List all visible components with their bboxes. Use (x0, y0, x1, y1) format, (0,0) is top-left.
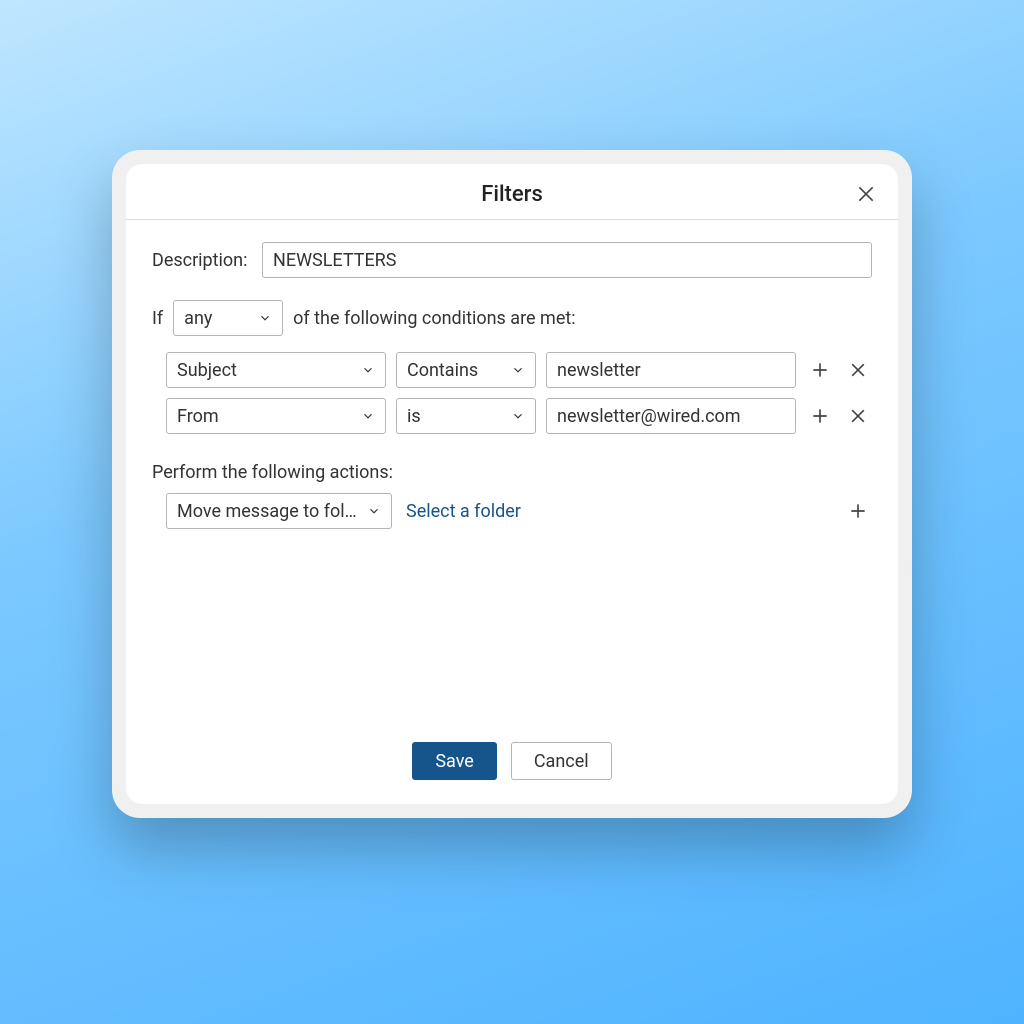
description-input[interactable]: NEWSLETTERS (262, 242, 872, 278)
description-value: NEWSLETTERS (273, 250, 396, 271)
save-button[interactable]: Save (412, 742, 497, 780)
close-icon (856, 184, 876, 204)
add-action-button[interactable] (844, 497, 872, 525)
close-icon (848, 360, 868, 380)
match-mode-select[interactable]: any (173, 300, 283, 336)
condition-value-text: newsletter (557, 360, 641, 381)
remove-condition-button[interactable] (844, 402, 872, 430)
chevron-down-icon (361, 409, 375, 423)
chevron-down-icon (361, 363, 375, 377)
condition-value-input[interactable]: newsletter@wired.com (546, 398, 796, 434)
condition-operator-select[interactable]: Contains (396, 352, 536, 388)
actions-label: Perform the following actions: (152, 462, 872, 483)
select-folder-link[interactable]: Select a folder (406, 501, 521, 522)
action-type-value: Move message to fol… (177, 501, 357, 522)
condition-operator-value: Contains (407, 360, 478, 381)
condition-field-select[interactable]: Subject (166, 352, 386, 388)
close-icon (848, 406, 868, 426)
close-button[interactable] (852, 180, 880, 208)
condition-field-value: Subject (177, 360, 237, 381)
if-suffix: of the following conditions are met: (293, 308, 575, 329)
action-type-select[interactable]: Move message to fol… (166, 493, 392, 529)
condition-field-value: From (177, 406, 219, 427)
plus-icon (810, 360, 830, 380)
dialog-frame: Filters Description: NEWSLETTERS If any … (112, 150, 912, 818)
condition-row: From is newsletter@wired.com (166, 398, 872, 434)
chevron-down-icon (367, 504, 381, 518)
add-condition-button[interactable] (806, 402, 834, 430)
plus-icon (848, 501, 868, 521)
condition-operator-select[interactable]: is (396, 398, 536, 434)
conditions-block: Subject Contains newsletter (152, 352, 872, 434)
cancel-label: Cancel (534, 751, 589, 772)
chevron-down-icon (511, 363, 525, 377)
condition-row: Subject Contains newsletter (166, 352, 872, 388)
cancel-button[interactable]: Cancel (511, 742, 612, 780)
chevron-down-icon (258, 311, 272, 325)
if-label: If (152, 308, 163, 329)
condition-value-input[interactable]: newsletter (546, 352, 796, 388)
add-condition-button[interactable] (806, 356, 834, 384)
actions-block: Perform the following actions: Move mess… (152, 462, 872, 529)
condition-operator-value: is (407, 406, 421, 427)
description-label: Description: (152, 250, 252, 271)
dialog-body: Description: NEWSLETTERS If any of the f… (126, 220, 898, 730)
plus-icon (810, 406, 830, 426)
dialog-header: Filters (126, 164, 898, 220)
remove-condition-button[interactable] (844, 356, 872, 384)
save-label: Save (435, 751, 474, 772)
condition-value-text: newsletter@wired.com (557, 406, 741, 427)
description-row: Description: NEWSLETTERS (152, 242, 872, 278)
condition-field-select[interactable]: From (166, 398, 386, 434)
action-row: Move message to fol… Select a folder (152, 493, 872, 529)
dialog-title: Filters (126, 182, 898, 207)
match-row: If any of the following conditions are m… (152, 300, 872, 336)
dialog-footer: Save Cancel (126, 730, 898, 804)
match-mode-value: any (184, 308, 212, 329)
chevron-down-icon (511, 409, 525, 423)
filters-dialog: Filters Description: NEWSLETTERS If any … (126, 164, 898, 804)
